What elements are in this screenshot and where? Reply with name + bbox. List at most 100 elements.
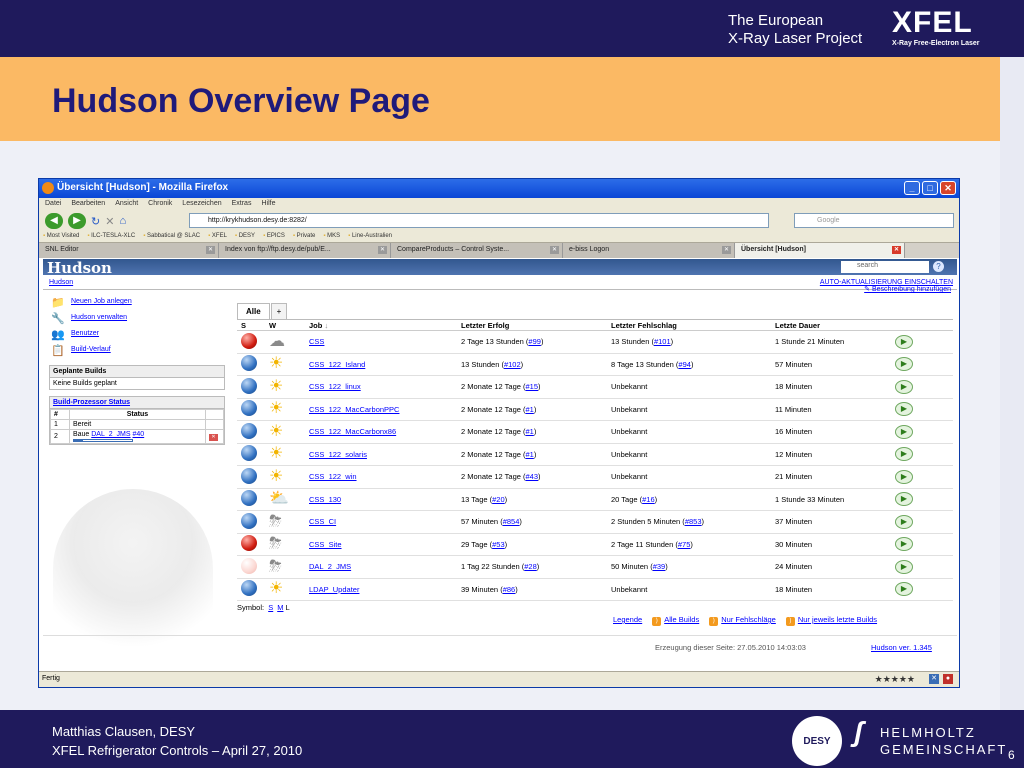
home-icon[interactable]: ⌂ [119, 215, 126, 227]
legend-link[interactable]: Legende [613, 615, 642, 626]
addon-icon[interactable]: ✕ [929, 674, 939, 684]
bookmark-item[interactable]: EPICS [263, 233, 285, 242]
bookmark-item[interactable]: Private [293, 233, 316, 242]
schedule-build-icon[interactable]: ▶ [895, 447, 913, 462]
job-link[interactable]: CSS_122_linux [309, 382, 361, 391]
last-failure-build-link[interactable]: #75 [678, 540, 691, 549]
hudson-search-input[interactable]: search [841, 261, 929, 273]
stop-icon[interactable]: ✕ [105, 215, 114, 228]
help-icon[interactable]: ? [933, 261, 944, 272]
schedule-build-icon[interactable]: ▶ [895, 357, 913, 372]
last-success-build-link[interactable]: #53 [492, 540, 505, 549]
bookmark-item[interactable]: Line-Australien [348, 233, 392, 242]
feed-all-builds[interactable]: ) Alle Builds [652, 615, 699, 626]
job-link[interactable]: LDAP_Updater [309, 585, 359, 594]
menu-item[interactable]: Bearbeiten [71, 200, 105, 211]
browser-tab[interactable]: Index von ftp://ftp.desy.de/pub/E... ✕ [219, 243, 391, 258]
last-failure-build-link[interactable]: #101 [654, 337, 671, 346]
last-failure-build-link[interactable]: #39 [653, 562, 666, 571]
schedule-build-icon[interactable]: ▶ [895, 469, 913, 484]
col-job[interactable]: Job ↓ [305, 319, 457, 331]
col-last-failure[interactable]: Letzter Fehlschlag [607, 319, 771, 331]
last-success-build-link[interactable]: #1 [526, 405, 534, 414]
job-link[interactable]: DAL_2_JMS [309, 562, 351, 571]
close-tab-icon[interactable]: ✕ [550, 246, 559, 254]
job-link[interactable]: CSS_Site [309, 540, 342, 549]
schedule-build-icon[interactable]: ▶ [895, 424, 913, 439]
browser-tab[interactable]: e-biss Logon ✕ [563, 243, 735, 258]
last-success-build-link[interactable]: #1 [526, 450, 534, 459]
add-description-link[interactable]: ✎ Beschreibung hinzufügen [864, 285, 951, 293]
job-link[interactable]: CSS_122_MacCarbonx86 [309, 427, 396, 436]
adblock-icon[interactable]: ● [943, 674, 953, 684]
browser-tab[interactable]: SNL Editor ✕ [39, 243, 219, 258]
job-link[interactable]: CSS_122_MacCarbonPPC [309, 405, 399, 414]
web-search-input[interactable]: Google [794, 213, 954, 228]
col-last-success[interactable]: Letzter Erfolg [457, 319, 607, 331]
hudson-logo[interactable]: Hudson [47, 259, 112, 277]
tab-all[interactable]: Alle [237, 303, 270, 319]
browser-tab[interactable]: CompareProducts – Control Syste... ✕ [391, 243, 563, 258]
feed-failures[interactable]: ) Nur Fehlschläge [709, 615, 776, 626]
menu-item[interactable]: Lesezeichen [182, 200, 221, 211]
menu-item[interactable]: Extras [232, 200, 252, 211]
sidebar-item[interactable]: 📁 Neuen Job anlegen [49, 295, 225, 311]
executor-build-link[interactable]: #40 [133, 431, 145, 438]
executor-job-link[interactable]: DAL_2_JMS [91, 431, 130, 438]
job-link[interactable]: CSS_122_solaris [309, 450, 367, 459]
last-failure-build-link[interactable]: #94 [678, 360, 691, 369]
sidebar-item[interactable]: 👥 Benutzer [49, 327, 225, 343]
bookmark-item[interactable]: ILC-TESLA-XLC [87, 233, 135, 242]
close-tab-icon[interactable]: ✕ [892, 246, 901, 254]
browser-tab[interactable]: Übersicht [Hudson] ✕ [735, 243, 905, 258]
schedule-build-icon[interactable]: ▶ [895, 379, 913, 394]
last-success-build-link[interactable]: #43 [526, 472, 539, 481]
minimize-button[interactable]: _ [904, 181, 920, 195]
bookmark-item[interactable]: DESY [235, 233, 255, 242]
schedule-build-icon[interactable]: ▶ [895, 537, 913, 552]
bookmark-item[interactable]: MKS [323, 233, 340, 242]
last-success-build-link[interactable]: #1 [526, 427, 534, 436]
last-success-build-link[interactable]: #15 [526, 382, 539, 391]
last-failure-build-link[interactable]: #16 [642, 495, 655, 504]
back-arrow-icon[interactable]: ◀ [45, 213, 63, 229]
feed-latest[interactable]: ) Nur jeweils letzte Builds [785, 615, 877, 626]
bookmark-item[interactable]: Most Visited [43, 233, 80, 242]
reload-icon[interactable]: ↻ [91, 215, 100, 228]
schedule-build-icon[interactable]: ▶ [895, 492, 913, 507]
executor-status-title[interactable]: Build-Prozessor Status [50, 397, 224, 409]
col-last-duration[interactable]: Letzte Dauer [771, 319, 891, 331]
close-tab-icon[interactable]: ✕ [722, 246, 731, 254]
close-tab-icon[interactable]: ✕ [378, 246, 387, 254]
job-link[interactable]: CSS_122_Island [309, 360, 365, 369]
hudson-version-link[interactable]: Hudson ver. 1.345 [871, 643, 932, 652]
icon-size-small[interactable]: S [268, 603, 273, 612]
last-success-build-link[interactable]: #854 [503, 517, 520, 526]
last-success-build-link[interactable]: #99 [528, 337, 541, 346]
last-success-build-link[interactable]: #102 [504, 360, 521, 369]
last-failure-build-link[interactable]: #853 [685, 517, 702, 526]
schedule-build-icon[interactable]: ▶ [895, 514, 913, 529]
stop-build-icon[interactable]: ✕ [209, 433, 218, 441]
menu-item[interactable]: Chronik [148, 200, 172, 211]
sidebar-item[interactable]: 🔧 Hudson verwalten [49, 311, 225, 327]
bookmark-item[interactable]: XFEL [208, 233, 227, 242]
menu-item[interactable]: Hilfe [261, 200, 275, 211]
job-link[interactable]: CSS [309, 337, 324, 346]
close-window-button[interactable]: ✕ [940, 181, 956, 195]
job-link[interactable]: CSS_130 [309, 495, 341, 504]
schedule-build-icon[interactable]: ▶ [895, 559, 913, 574]
last-success-build-link[interactable]: #20 [492, 495, 505, 504]
url-bar[interactable]: http://krykhudson.desy.de:8282/ [189, 213, 769, 228]
schedule-build-icon[interactable]: ▶ [895, 334, 913, 349]
last-success-build-link[interactable]: #28 [524, 562, 537, 571]
job-link[interactable]: CSS_CI [309, 517, 336, 526]
menu-item[interactable]: Datei [45, 200, 61, 211]
col-weather[interactable]: W [265, 319, 305, 331]
schedule-build-icon[interactable]: ▶ [895, 402, 913, 417]
menu-item[interactable]: Ansicht [115, 200, 138, 211]
icon-size-medium[interactable]: M [277, 603, 283, 612]
close-tab-icon[interactable]: ✕ [206, 246, 215, 254]
job-link[interactable]: CSS_122_win [309, 472, 357, 481]
schedule-build-icon[interactable]: ▶ [895, 582, 913, 597]
